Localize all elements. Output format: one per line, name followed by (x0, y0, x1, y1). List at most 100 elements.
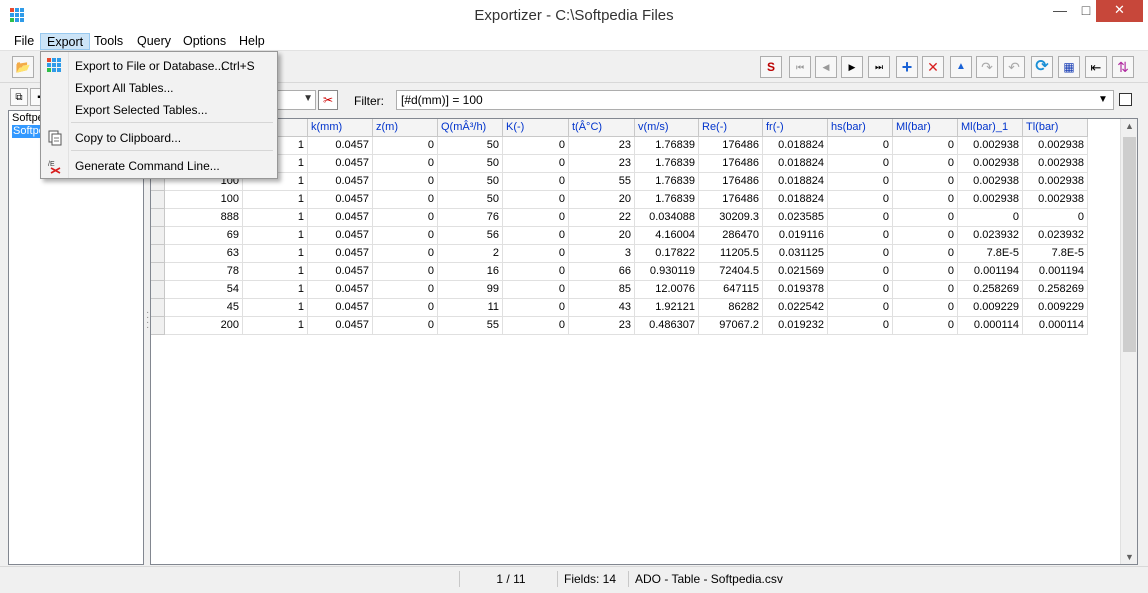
table-cell[interactable]: 0.000114 (958, 317, 1023, 335)
table-cell[interactable]: 0 (503, 317, 569, 335)
last-record-button[interactable]: ⏭ (868, 56, 890, 78)
table-row[interactable]: 63 1 0.0457 0 2 0 3 0.17822 11205.5 0.031125 0 0 7.8… (151, 245, 1088, 263)
table-cell[interactable]: 0.0457 (308, 281, 373, 299)
table-cell[interactable]: 11 (438, 299, 503, 317)
table-cell[interactable]: 1 (243, 191, 308, 209)
table-row[interactable]: 200 1 0.0457 0 55 0 23 0.486307 97067.2 0.019232 0… (151, 317, 1088, 335)
table-cell[interactable]: 0.0457 (308, 263, 373, 281)
menu-generate-command-line[interactable]: /E Generate Command Line... (43, 155, 275, 175)
column-header[interactable]: k(mm) (308, 119, 373, 137)
table-cell[interactable]: 0 (828, 317, 893, 335)
table-cell[interactable]: 56 (438, 227, 503, 245)
table-cell[interactable]: 0.002938 (958, 137, 1023, 155)
table-cell[interactable]: 0.031125 (763, 245, 828, 263)
copy-tables-button[interactable]: ⧉ (10, 88, 28, 106)
table-cell[interactable]: 0 (373, 227, 438, 245)
table-cell[interactable]: 23 (569, 155, 635, 173)
table-cell[interactable]: 30209.3 (699, 209, 763, 227)
insert-record-button[interactable]: + (896, 56, 918, 78)
fit-columns-button[interactable]: ⇤ (1085, 56, 1107, 78)
open-button[interactable]: 📂 (12, 56, 34, 78)
table-cell[interactable]: 0 (503, 263, 569, 281)
table-cell[interactable]: 0.019232 (763, 317, 828, 335)
table-cell[interactable]: 63 (165, 245, 243, 263)
table-cell[interactable]: 647115 (699, 281, 763, 299)
row-indicator[interactable] (151, 227, 165, 245)
table-cell[interactable]: 0 (373, 191, 438, 209)
sql-button[interactable]: S (760, 56, 782, 78)
table-cell[interactable]: 0 (373, 299, 438, 317)
filter-input[interactable] (396, 90, 1114, 110)
table-cell[interactable]: 0 (373, 155, 438, 173)
table-cell[interactable]: 1 (243, 317, 308, 335)
table-cell[interactable]: 0.0457 (308, 227, 373, 245)
table-cell[interactable]: 99 (438, 281, 503, 299)
table-row[interactable]: 888 1 0.0457 0 76 0 22 0.034088 30209.3 0.023585 0… (151, 209, 1088, 227)
table-cell[interactable]: 0 (828, 209, 893, 227)
prior-record-button[interactable]: ◀ (815, 56, 837, 78)
row-indicator[interactable] (151, 281, 165, 299)
table-cell[interactable]: 1.76839 (635, 191, 699, 209)
table-cell[interactable]: 23 (569, 137, 635, 155)
table-cell[interactable]: 0.002938 (1023, 191, 1088, 209)
menu-file[interactable]: File (8, 33, 40, 50)
menu-export[interactable]: Export (40, 33, 91, 50)
table-cell[interactable]: 0 (893, 209, 958, 227)
column-header[interactable]: hs(bar) (828, 119, 893, 137)
table-cell[interactable]: 12.0076 (635, 281, 699, 299)
table-cell[interactable]: 0 (373, 281, 438, 299)
table-cell[interactable]: 0.021569 (763, 263, 828, 281)
table-cell[interactable]: 0 (893, 137, 958, 155)
table-cell[interactable]: 0 (503, 245, 569, 263)
table-cell[interactable]: 0 (828, 263, 893, 281)
table-cell[interactable]: 100 (165, 191, 243, 209)
table-cell[interactable]: 0 (503, 155, 569, 173)
column-header[interactable]: t(Â°C) (569, 119, 635, 137)
columns-button[interactable]: ▦ (1058, 56, 1080, 78)
column-header[interactable]: Q(mÂ³/h) (438, 119, 503, 137)
table-cell[interactable]: 1.76839 (635, 155, 699, 173)
table-cell[interactable]: 72404.5 (699, 263, 763, 281)
table-cell[interactable]: 4.16004 (635, 227, 699, 245)
table-cell[interactable]: 0 (828, 245, 893, 263)
table-cell[interactable]: 0.018824 (763, 191, 828, 209)
table-cell[interactable]: 0.023932 (1023, 227, 1088, 245)
table-cell[interactable]: 11205.5 (699, 245, 763, 263)
table-cell[interactable]: 176486 (699, 137, 763, 155)
table-cell[interactable]: 7.8E-5 (1023, 245, 1088, 263)
table-cell[interactable]: 176486 (699, 173, 763, 191)
table-cell[interactable]: 0.002938 (958, 155, 1023, 173)
table-cell[interactable]: 0.258269 (958, 281, 1023, 299)
table-cell[interactable]: 888 (165, 209, 243, 227)
table-cell[interactable]: 0 (503, 191, 569, 209)
table-cell[interactable]: 0 (828, 155, 893, 173)
table-cell[interactable]: 78 (165, 263, 243, 281)
table-cell[interactable]: 0 (893, 263, 958, 281)
column-header[interactable]: Tl(bar) (1023, 119, 1088, 137)
close-button[interactable]: ✕ (1096, 0, 1143, 22)
table-cell[interactable]: 0 (893, 155, 958, 173)
table-cell[interactable]: 1 (243, 299, 308, 317)
table-cell[interactable]: 55 (438, 317, 503, 335)
table-cell[interactable]: 0 (893, 191, 958, 209)
table-cell[interactable]: 7.8E-5 (958, 245, 1023, 263)
table-cell[interactable]: 0 (503, 173, 569, 191)
table-row[interactable]: 1 0.0457 0 50 0 23 1.76839 176486 0.018824 0 0 0.00… (151, 137, 1088, 155)
table-cell[interactable]: 0.0457 (308, 155, 373, 173)
table-cell[interactable]: 0 (373, 137, 438, 155)
table-row[interactable]: 100 1 0.0457 0 50 0 55 1.76839 176486 0.018824 0 0 0… (151, 173, 1088, 191)
table-cell[interactable]: 0 (373, 173, 438, 191)
table-cell[interactable]: 0 (503, 281, 569, 299)
table-cell[interactable]: 1 (243, 227, 308, 245)
table-cell[interactable]: 0 (893, 281, 958, 299)
table-cell[interactable]: 97067.2 (699, 317, 763, 335)
menu-options[interactable]: Options (177, 33, 232, 50)
column-header[interactable]: v(m/s) (635, 119, 699, 137)
row-indicator[interactable] (151, 209, 165, 227)
table-cell[interactable]: 0.17822 (635, 245, 699, 263)
table-cell[interactable]: 0.0457 (308, 299, 373, 317)
table-cell[interactable]: 1.76839 (635, 137, 699, 155)
table-cell[interactable]: 0 (893, 245, 958, 263)
table-row[interactable]: 100 1 0.0457 0 50 0 20 1.76839 176486 0.018824 0 0 0… (151, 191, 1088, 209)
scroll-down-icon[interactable]: ▼ (1121, 552, 1137, 562)
